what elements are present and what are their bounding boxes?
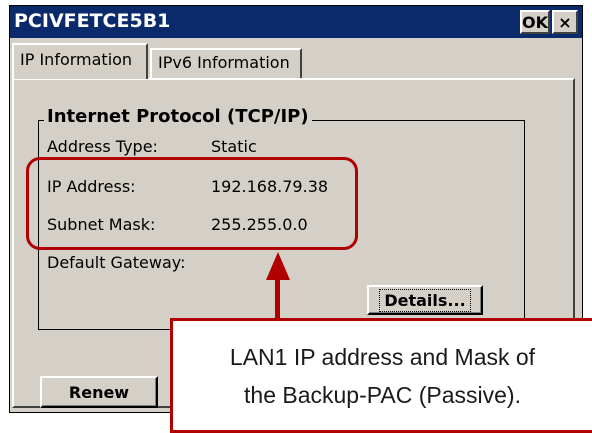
tab-ip-information[interactable]: IP Information — [12, 43, 148, 79]
ip-mask-highlight — [26, 157, 358, 250]
tab-ipv6-information[interactable]: IPv6 Information — [150, 48, 302, 78]
groupbox-title: Internet Protocol (TCP/IP) — [44, 106, 312, 127]
close-icon: × — [558, 12, 572, 32]
details-button-label: Details... — [379, 288, 471, 312]
arrow-up-icon — [266, 252, 290, 280]
title-bar: PCIVFETCE5B1 OK × — [10, 6, 582, 38]
ok-button[interactable]: OK — [520, 10, 550, 34]
default-gateway-label: Default Gateway: — [47, 253, 186, 272]
address-type-value: Static — [211, 137, 257, 156]
callout-line-2: the Backup-PAC (Passive). — [244, 381, 521, 408]
callout-line-1: LAN1 IP address and Mask of — [229, 343, 536, 370]
renew-button[interactable]: Renew — [40, 376, 158, 408]
address-type-label: Address Type: — [47, 137, 158, 156]
window-title: PCIVFETCE5B1 — [14, 10, 171, 32]
details-button[interactable]: Details... — [367, 285, 483, 315]
close-button[interactable]: × — [552, 10, 578, 34]
renew-button-label: Renew — [68, 382, 130, 402]
annotation-callout: LAN1 IP address and Mask of the Backup-P… — [170, 318, 592, 433]
